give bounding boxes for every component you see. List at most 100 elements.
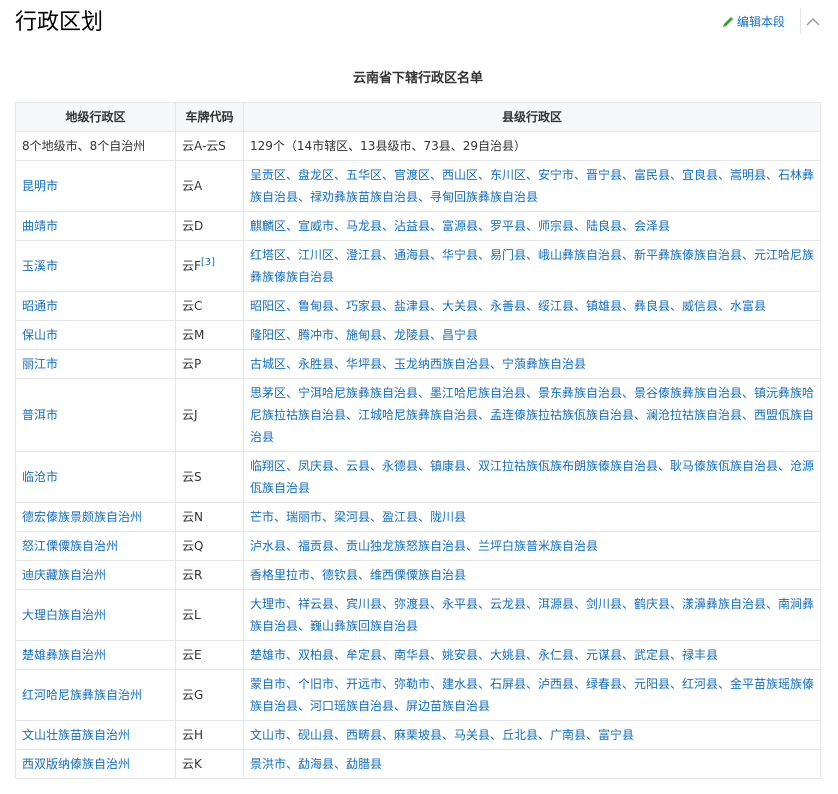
city-cell: 西双版纳傣族自治州 [15,749,176,779]
counties-links[interactable]: 思茅区、宁洱哈尼族彝族自治县、墨江哈尼族自治县、景东彝族自治县、景谷傣族彝族自治… [250,386,814,444]
plate-code: 云G [182,688,204,702]
table-row: 文山壮族苗族自治州 云H 文山市、砚山县、西畴县、麻栗坡县、马关县、丘北县、广南县、… [15,720,821,750]
counties-links[interactable]: 文山市、砚山县、西畴县、麻栗坡县、马关县、丘北县、广南县、富宁县 [250,728,634,742]
table-row: 德宏傣族景颇族自治州 云N 芒市、瑞丽市、梁河县、盈江县、陇川县 [15,502,821,532]
counties-cell: 呈贡区、盘龙区、五华区、官渡区、西山区、东川区、安宁市、晋宁县、富民县、宜良县、… [243,160,821,212]
column-header-plate: 车牌代码 [175,102,244,132]
counties-cell: 大理市、祥云县、宾川县、弥渡县、永平县、云龙县、洱源县、剑川县、鹤庆县、漾濞彝族… [243,589,821,641]
plate-code: 云E [182,648,202,662]
table-row: 怒江傈僳族自治州 云Q 泸水县、福贡县、贡山独龙族怒族自治县、兰坪白族普米族自治县 [15,531,821,561]
city-link[interactable]: 文山壮族苗族自治州 [22,728,130,742]
city-cell: 红河哈尼族彝族自治州 [15,669,176,721]
plate-code: 云A [182,179,203,193]
plate-code-cell: 云G [175,669,244,721]
city-cell: 玉溪市 [15,240,176,292]
admin-division-table: 地级行政区 车牌代码 县级行政区 8个地级市、8个自治州 云A-云S 129个（… [15,102,821,779]
city-cell: 怒江傈僳族自治州 [15,531,176,561]
city-cell: 昆明市 [15,160,176,212]
plate-code-cell: 云R [175,560,244,590]
city-cell: 大理白族自治州 [15,589,176,641]
plate-code: 云J [182,408,198,422]
counties-links[interactable]: 隆阳区、腾冲市、施甸县、龙陵县、昌宁县 [250,328,478,342]
counties-links[interactable]: 临翔区、凤庆县、云县、永德县、镇康县、双江拉祜族佤族布朗族傣族自治县、耿马傣族佤… [250,459,814,495]
table-row: 大理白族自治州 云L 大理市、祥云县、宾川县、弥渡县、永平县、云龙县、洱源县、剑川县… [15,589,821,641]
counties-cell: 蒙自市、个旧市、开远市、弥勒市、建水县、石屏县、泸西县、绿春县、元阳县、红河县、… [243,669,821,721]
city-cell: 丽江市 [15,349,176,379]
table-caption: 云南省下辖行政区名单 [352,71,483,86]
city-link[interactable]: 昆明市 [22,179,58,193]
city-link[interactable]: 昭通市 [22,299,58,313]
collapse-button[interactable] [800,8,825,34]
plate-code-cell: 云N [175,502,244,532]
city-link[interactable]: 玉溪市 [22,259,58,273]
column-header-city: 地级行政区 [15,102,176,132]
counties-cell: 文山市、砚山县、西畴县、麻栗坡县、马关县、丘北县、广南县、富宁县 [243,720,821,750]
counties-links[interactable]: 麒麟区、宣威市、马龙县、沾益县、富源县、罗平县、师宗县、陆良县、会泽县 [250,219,670,233]
counties-links[interactable]: 楚雄市、双柏县、牟定县、南华县、姚安县、大姚县、永仁县、元谋县、武定县、禄丰县 [250,648,718,662]
table-row: 昭通市 云C 昭阳区、鲁甸县、巧家县、盐津县、大关县、永善县、绥江县、镇雄县、彝良县… [15,291,821,321]
section-title: 行政区划 [15,10,104,35]
pencil-icon [723,17,733,27]
table-row: 曲靖市 云D 麒麟区、宣威市、马龙县、沾益县、富源县、罗平县、师宗县、陆良县、会泽县 [15,211,821,241]
city-cell: 普洱市 [15,378,176,452]
city-link[interactable]: 保山市 [22,328,58,342]
counties-links[interactable]: 蒙自市、个旧市、开远市、弥勒市、建水县、石屏县、泸西县、绿春县、元阳县、红河县、… [250,677,814,713]
counties-links[interactable]: 芒市、瑞丽市、梁河县、盈江县、陇川县 [250,510,466,524]
city-link[interactable]: 曲靖市 [22,219,58,233]
plate-code-cell: 云J [175,378,244,452]
plate-code: 云R [182,568,203,582]
plate-code-cell: 云F[3] [175,240,244,292]
plate-code-cell: 云E [175,640,244,670]
city-link[interactable]: 怒江傈僳族自治州 [22,539,118,553]
city-link[interactable]: 普洱市 [22,408,58,422]
city-link[interactable]: 楚雄彝族自治州 [22,648,106,662]
counties-links[interactable]: 红塔区、江川区、澄江县、通海县、华宁县、易门县、峨山彝族自治县、新平彝族傣族自治… [250,248,814,284]
city-link[interactable]: 迪庆藏族自治州 [22,568,106,582]
counties-links[interactable]: 香格里拉市、德钦县、维西傈僳族自治县 [250,568,466,582]
city-link[interactable]: 丽江市 [22,357,58,371]
counties-links[interactable]: 昭阳区、鲁甸县、巧家县、盐津县、大关县、永善县、绥江县、镇雄县、彝良县、威信县、… [250,299,766,313]
counties-links[interactable]: 景洪市、勐海县、勐腊县 [250,757,382,771]
plate-code: 云F [182,259,201,273]
plate-code: 云Q [182,539,204,553]
plate-code: 云K [182,757,202,771]
city-link[interactable]: 临沧市 [22,470,58,484]
counties-cell: 红塔区、江川区、澄江县、通海县、华宁县、易门县、峨山彝族自治县、新平彝族傣族自治… [243,240,821,292]
city-link[interactable]: 德宏傣族景颇族自治州 [22,510,142,524]
counties-cell: 香格里拉市、德钦县、维西傈僳族自治县 [243,560,821,590]
summary-row: 8个地级市、8个自治州 云A-云S 129个（14市辖区、13县级市、73县、2… [15,131,821,161]
counties-links[interactable]: 大理市、祥云县、宾川县、弥渡县、永平县、云龙县、洱源县、剑川县、鹤庆县、漾濞彝族… [250,597,814,633]
plate-code-cell: 云K [175,749,244,779]
city-link[interactable]: 红河哈尼族彝族自治州 [22,688,142,702]
column-header-counties: 县级行政区 [243,102,821,132]
city-link[interactable]: 大理白族自治州 [22,608,106,622]
city-cell: 德宏傣族景颇族自治州 [15,502,176,532]
edit-section-link[interactable]: 编辑本段 [722,12,785,32]
plate-code: 云D [182,219,204,233]
counties-links[interactable]: 古城区、永胜县、华坪县、玉龙纳西族自治县、宁蒗彝族自治县 [250,357,586,371]
chevron-up-icon [806,17,820,25]
counties-cell: 泸水县、福贡县、贡山独龙族怒族自治县、兰坪白族普米族自治县 [243,531,821,561]
plate-code: 云L [182,608,201,622]
summary-city: 8个地级市、8个自治州 [15,131,176,161]
city-cell: 迪庆藏族自治州 [15,560,176,590]
table-row: 临沧市 云S 临翔区、凤庆县、云县、永德县、镇康县、双江拉祜族佤族布朗族傣族自治县、… [15,451,821,503]
table-row: 丽江市 云P 古城区、永胜县、华坪县、玉龙纳西族自治县、宁蒗彝族自治县 [15,349,821,379]
plate-code: 云P [182,357,202,371]
plate-code: 云S [182,470,202,484]
counties-links[interactable]: 泸水县、福贡县、贡山独龙族怒族自治县、兰坪白族普米族自治县 [250,539,598,553]
table-row: 西双版纳傣族自治州 云K 景洪市、勐海县、勐腊县 [15,749,821,779]
counties-links[interactable]: 呈贡区、盘龙区、五华区、官渡区、西山区、东川区、安宁市、晋宁县、富民县、宜良县、… [250,168,814,204]
city-cell: 保山市 [15,320,176,350]
city-link[interactable]: 西双版纳傣族自治州 [22,757,130,771]
plate-code: 云M [182,328,205,342]
reference-link[interactable]: [3] [201,257,215,268]
counties-cell: 芒市、瑞丽市、梁河县、盈江县、陇川县 [243,502,821,532]
table-row: 红河哈尼族彝族自治州 云G 蒙自市、个旧市、开远市、弥勒市、建水县、石屏县、泸西县、… [15,669,821,721]
counties-cell: 思茅区、宁洱哈尼族彝族自治县、墨江哈尼族自治县、景东彝族自治县、景谷傣族彝族自治… [243,378,821,452]
summary-counties: 129个（14市辖区、13县级市、73县、29自治县） [243,131,821,161]
counties-cell: 景洪市、勐海县、勐腊县 [243,749,821,779]
counties-cell: 临翔区、凤庆县、云县、永德县、镇康县、双江拉祜族佤族布朗族傣族自治县、耿马傣族佤… [243,451,821,503]
table-row: 迪庆藏族自治州 云R 香格里拉市、德钦县、维西傈僳族自治县 [15,560,821,590]
counties-cell: 古城区、永胜县、华坪县、玉龙纳西族自治县、宁蒗彝族自治县 [243,349,821,379]
